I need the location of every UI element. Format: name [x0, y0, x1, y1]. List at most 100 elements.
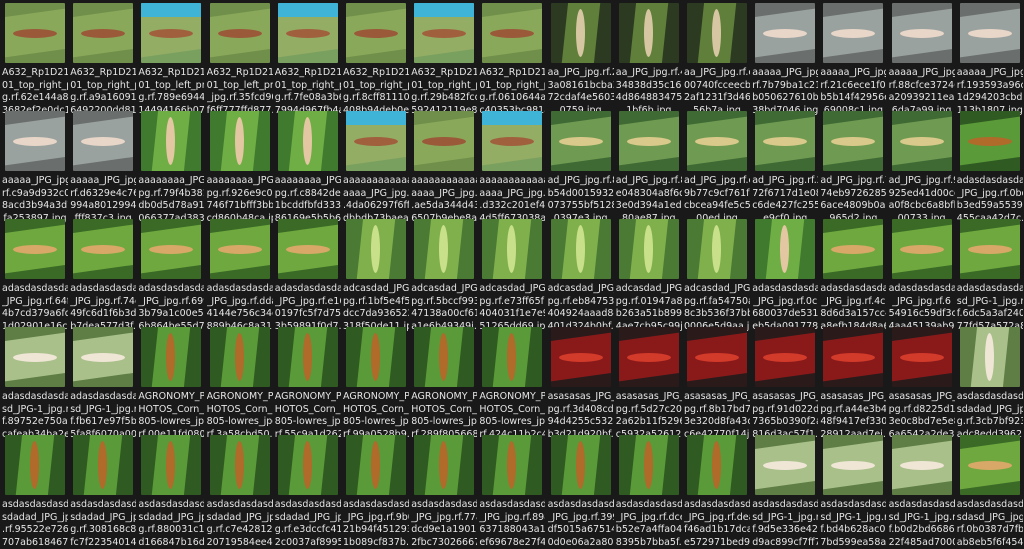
file-item[interactable]: adasdasdasdas_JPG_jpg.rf.4c8d6d3a157cc46…: [820, 219, 886, 326]
file-item[interactable]: adasdasdasdas_JPG_jpg.rf.74c749fc6d1f6b3…: [70, 219, 136, 326]
file-item[interactable]: adasdasdasdas_JPG_jpg.rf.dda4144e756c34c…: [207, 219, 273, 326]
file-item[interactable]: adcasdad_JPG_jpg.rf.eb84753e404924aaad84…: [548, 219, 614, 326]
file-item[interactable]: asdasdasdasda_JPG_jpg.rf.deabf46ad1b17dc…: [684, 435, 750, 542]
file-item[interactable]: asdasdasdasdasdadad_JPG_jpg.rf.c7e428127…: [207, 435, 273, 542]
file-name-line: AGRONOMY_P: [343, 391, 409, 404]
file-item[interactable]: asdasdasdasdasdadad_JPG_jpg.rf.3cb7bf923…: [957, 327, 1023, 434]
file-item[interactable]: A632_Rp1D21_001_top_right_png.rf.29b482f…: [411, 3, 477, 110]
file-item[interactable]: aa_JPG_jpg.rf.434838d35c16e94d8648834756…: [616, 3, 682, 110]
file-item[interactable]: asasasas_JPG_jpg.rf.3d408cd594d4255c5328…: [548, 327, 614, 434]
file-item[interactable]: adasdasdasdas_JPG_jpg.rf.0bdb3ed59a55393…: [957, 111, 1023, 218]
file-name-line: 20719584ee4...: [207, 537, 273, 549]
file-item[interactable]: A632_Rp1D21_001_top_left_png_jpg.rf.35fc…: [207, 3, 273, 110]
file-item[interactable]: ad_JPG_jpg.rf.774eb9726285f16ace4809b0a7…: [820, 111, 886, 218]
file-item[interactable]: asasasas_JPG_jpg.rf.91d022dc7365b0390f2a…: [752, 327, 818, 434]
file-item[interactable]: asasasas_JPG_jpg.rf.a44e3b4c48f9417ef330…: [820, 327, 886, 434]
file-item[interactable]: A632_Rp1D21_001_top_right_png.rf.62e144a…: [2, 3, 68, 110]
file-item[interactable]: AGRONOMY_PHOTOS_Corn_5805-lowres_jpg.rf.…: [343, 327, 409, 434]
file-name-line: A632_Rp1D21_0: [411, 67, 477, 80]
file-item[interactable]: ad_JPG_jpg.rf.8e048304a8f6d93e0d394a1edb…: [616, 111, 682, 218]
file-name-line: ab8eb5f6f454...: [957, 537, 1023, 549]
file-item[interactable]: aaaaaaaa_JPG_jpg.rf.c8842de31bcddfbfd333…: [275, 111, 341, 218]
file-name-line: adasdasdasdas: [138, 283, 204, 296]
file-item[interactable]: adasdasdasdas_JPG_jpg.rf.0c680037de5319f…: [752, 219, 818, 326]
file-item[interactable]: A632_Rp1D21_001_top_left_png.rf.789e6944…: [138, 3, 204, 110]
file-thumbnail: [892, 3, 952, 63]
file-item[interactable]: AGRONOMY_PHOTOS_Corn_5805-lowres_jpg.rf.…: [479, 327, 545, 434]
file-item[interactable]: adcasdad_JPG_jpg.rf.5bccf993447138a00cf6…: [411, 219, 477, 326]
file-item[interactable]: aaaaaaaa_JPG_jpg.rf.79f4b381adb0d5d78a91…: [138, 111, 204, 218]
file-item[interactable]: aaaaaaaa_JPG_jpg.rf.926e9c06746f71bfff3b…: [207, 111, 273, 218]
file-item[interactable]: adasdasdasdas_JPG_jpg.rf.654916c59df3c74…: [889, 219, 955, 326]
file-item[interactable]: aaaaa_JPG_jpg.rf.7b79ba1c21ab050627610bc…: [752, 3, 818, 110]
file-item[interactable]: adasdasdasdas_JPG_jpg.rf.6993b79a1c00e55…: [138, 219, 204, 326]
file-item[interactable]: AGRONOMY_PHOTOS_Corn_5805-lowres_jpg.rf.…: [411, 327, 477, 434]
file-item[interactable]: A632_Rp1D21_001_top_right_png.rf.7fe08a3…: [275, 3, 341, 110]
file-item[interactable]: AGRONOMY_PHOTOS_Corn_5805-lowres_jpg.rf.…: [138, 327, 204, 434]
file-item[interactable]: asasasas_JPG_jpg.rf.d8225d1b3e0c8bd7e5e8…: [889, 327, 955, 434]
file-item[interactable]: asasasas_JPG_jpg.rf.8b17bd713e320d8fa43c…: [684, 327, 750, 434]
file-item[interactable]: aaaaa_JPG_jpg.rf.21c6ece1f015b5b14f42956…: [820, 3, 886, 110]
file-item[interactable]: asdasdasdasda_JPG_jpg.rf.898d637188043a1…: [479, 435, 545, 542]
file-thumbnail: [755, 327, 815, 387]
file-item[interactable]: asdasdasdasda_JPG_jpg.rf.9b0d21b94f45129…: [343, 435, 409, 542]
file-thumbnail: [278, 3, 338, 63]
file-item[interactable]: adcasdad_JPG_jpg.rf.fa54750a38c3b536f37b…: [684, 219, 750, 326]
file-item[interactable]: A632_Rp1D21_001_top_right_png.rf.a9a1609…: [70, 3, 136, 110]
file-name-line: asasasas_JPG_j: [820, 391, 886, 404]
file-item[interactable]: aaaaa_JPG_jpg.rf.193593a96c11d294203cbd1…: [957, 3, 1023, 110]
file-item[interactable]: A632_Rp1D21_001_top_right_png.rf.0610644…: [479, 3, 545, 110]
file-name-line: 01_top_left_png: [207, 80, 273, 93]
file-item[interactable]: asdasdasdasdasdadad_JPG_jpg.rf.95522e726…: [2, 435, 68, 542]
file-item[interactable]: aaaaa_JPG_jpg.rf.88cfce372469a20939211ea…: [889, 3, 955, 110]
file-item[interactable]: AGRONOMY_PHOTOS_Corn_5805-lowres_jpg.rf.…: [275, 327, 341, 434]
file-name-line: adasdasdasdas: [752, 283, 818, 296]
file-item[interactable]: AGRONOMY_PHOTOS_Corn_5805-lowres_jpg.rf.…: [207, 327, 273, 434]
file-item[interactable]: aaaaa_JPG_jpg.rf.c9a9d932c0b8acd3b94a3d7…: [2, 111, 68, 218]
file-item[interactable]: asdasdasdasdasd_JPG-1_jpg.rf.9d5e336e427…: [752, 435, 818, 542]
file-item[interactable]: A632_Rp1D21_001_top_right_png.rf.8cff811…: [343, 3, 409, 110]
file-name-line: A632_Rp1D21_0: [343, 67, 409, 80]
file-item[interactable]: aaaaaaaaaaaaaaaaa_JPG_jpg.rf.ae5da344d43…: [411, 111, 477, 218]
file-item[interactable]: asdasdasdasdasdadad_JPG_jpg.rf.880031c1c…: [138, 435, 204, 542]
file-item[interactable]: adasdasdasdasd_JPG-1_jpg.rf.6dc5a3af2406…: [957, 219, 1023, 326]
file-item[interactable]: asdasdasdasdasdasd_JPG_jpg.rf.0b0387d7fb…: [957, 435, 1023, 542]
file-name-line: dcc7da9365228: [343, 308, 409, 321]
file-item[interactable]: adcasdad_JPG_jpg.rf.e73ff65f17404031f1e7…: [479, 219, 545, 326]
file-item[interactable]: asdasdasdasdasdadad_JPG_jpg.rf.e3dccfc41…: [275, 435, 341, 542]
file-name-line: adasdasdasda: [70, 391, 136, 404]
file-item[interactable]: asdasdasdasda_JPG_jpg.rf.77aedcd9e1a1901…: [411, 435, 477, 542]
file-name-line: asdasdasdasda: [2, 499, 68, 512]
file-name-line: df5015a675140: [548, 524, 614, 537]
file-item[interactable]: asdasdasdasda_JPG_jpg.rf.dcefb52e7a4ffa0…: [616, 435, 682, 542]
file-name-line: A632_Rp1D21_0: [70, 67, 136, 80]
file-item[interactable]: adasdasdasdasd_JPG-1_jpg.rf.89752e750a4d…: [2, 327, 68, 434]
file-item[interactable]: asdasdasdasdasd_JPG-1_jpg.rf.bd4b628ac09…: [820, 435, 886, 542]
file-item[interactable]: ad_JPG_jpg.rf.9925ed41d00ce8a0f8cbc6a8bf…: [889, 111, 955, 218]
file-item[interactable]: asdasdasdasda_JPG_jpg.rf.3999df5015a6751…: [548, 435, 614, 542]
file-name-line: AGRONOMY_P: [479, 391, 545, 404]
file-item[interactable]: ad_JPG_jpg.rf.e9b77c9cf761f4ccbcea94fe5c…: [684, 111, 750, 218]
file-name-line: f.fb617e97f5bc: [70, 416, 136, 429]
file-item[interactable]: aa_JPG_jpg.rf.2f3a08161bcba3472cdaf4e560…: [548, 3, 614, 110]
file-thumbnail: [414, 111, 474, 171]
file-item[interactable]: ad_JPG_jpg.rf.272f6717d1e088c6de427fc255…: [752, 111, 818, 218]
file-item[interactable]: adcasdad_JPG_jpg.rf.01947a8bb263a51b8990…: [616, 219, 682, 326]
file-item[interactable]: adasdasdasdasd_JPG-1_jpg.rf.fb617e97f5bc…: [70, 327, 136, 434]
file-item[interactable]: aaaaa_JPG_jpg.rf.d6329e4c763994a8012994c…: [70, 111, 136, 218]
file-item[interactable]: asasasas_JPG_jpg.rf.5d27c2062a62b11f5296…: [616, 327, 682, 434]
file-thumbnail: [346, 111, 406, 171]
file-item[interactable]: adasdasdasdas_JPG_jpg.rf.e160197fc5f7d75…: [275, 219, 341, 326]
file-name-line: g.rf.308168c86f: [70, 524, 136, 537]
file-item[interactable]: asdasdasdasdasdadad_JPG_jpg.rf.308168c86…: [70, 435, 136, 542]
file-thumbnail: [73, 327, 133, 387]
file-item[interactable]: aaaaaaaaaaaaaaaaa_JPG_jpg.rf.d332c201ef4…: [479, 111, 545, 218]
file-item[interactable]: asdasdasdasdasd_JPG-1_jpg.rf.b0d2bd6686c…: [889, 435, 955, 542]
file-item[interactable]: aaaaaaaaaaaaaaaaa_JPG_jpg.rf.4da06297f6f…: [343, 111, 409, 218]
file-item[interactable]: adasdasdasdas_JPG_jpg.rf.64f04b7cd379a6f…: [2, 219, 68, 326]
file-item[interactable]: adcasdad_JPG_jpg.rf.1bf5e4f56dcc7da93652…: [343, 219, 409, 326]
file-item[interactable]: ad_JPG_jpg.rf.8b54d00159321073755bf5128c…: [548, 111, 614, 218]
file-name-line: 47138a00cf619: [411, 308, 477, 321]
file-name-line: sdasd_JPG_jpg.: [957, 512, 1023, 525]
file-item[interactable]: aa_JPG_jpg.rf.e00740fcceecba2af1231f3d46…: [684, 3, 750, 110]
